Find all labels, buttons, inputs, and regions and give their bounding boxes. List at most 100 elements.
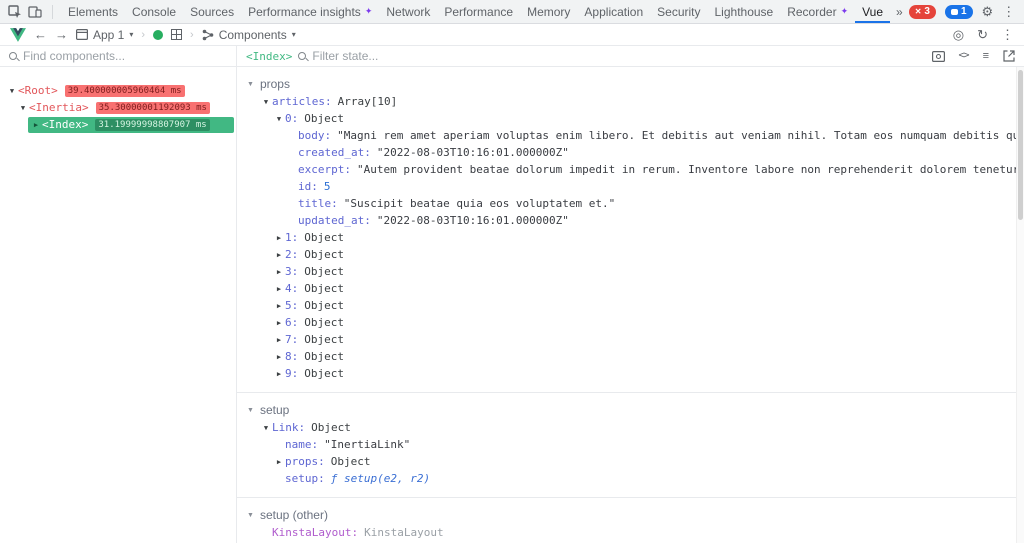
- collapse-arrow-icon[interactable]: ▼: [260, 98, 272, 106]
- expand-arrow-icon[interactable]: ▶: [30, 121, 42, 129]
- collapse-arrow-icon[interactable]: ▼: [273, 115, 285, 123]
- component-tree-row-body[interactable]: ▼<Root>39.400000005960464 ms: [6, 83, 185, 99]
- more-tabs-chevron-icon[interactable]: »: [890, 0, 909, 23]
- inspector-header-icons: <> ≡: [932, 50, 1015, 62]
- state-row[interactable]: ▶3:Object: [237, 263, 1024, 280]
- tab-network[interactable]: Network: [379, 0, 437, 23]
- tab-performance[interactable]: Performance: [437, 0, 520, 23]
- state-row[interactable]: ▶4:Object: [237, 280, 1024, 297]
- render-time-badge: 39.400000005960464 ms: [65, 85, 185, 97]
- screenshot-component-icon[interactable]: [932, 51, 945, 62]
- state-row[interactable]: id:5: [237, 178, 1024, 195]
- state-row[interactable]: ▼articles:Array[10]: [237, 93, 1024, 110]
- device-toolbar-icon[interactable]: [28, 5, 42, 19]
- tab-lighthouse[interactable]: Lighthouse: [708, 0, 781, 23]
- state-row[interactable]: setup:ƒ setup(e2, r2): [237, 470, 1024, 487]
- app-select[interactable]: App 1 ▾: [76, 28, 133, 42]
- component-tree-row-body[interactable]: ▶<Index>31.19999998807907 ms: [28, 117, 234, 133]
- section-title[interactable]: ▼props: [237, 75, 1024, 93]
- tab-recorder[interactable]: Recorder✦: [780, 0, 855, 23]
- inspect-element-icon[interactable]: [8, 5, 22, 19]
- state-row[interactable]: ▶2:Object: [237, 246, 1024, 263]
- state-value: Object: [304, 282, 344, 295]
- vue-menu-icon[interactable]: ⋮: [1001, 28, 1014, 41]
- expand-arrow-icon[interactable]: ▶: [273, 234, 285, 242]
- state-row[interactable]: ▼0:Object: [237, 110, 1024, 127]
- section-title[interactable]: ▼setup (other): [237, 506, 1024, 524]
- inspector-header: <Index> <> ≡: [237, 46, 1024, 67]
- state-row[interactable]: excerpt:"Autem provident beatae dolorum …: [237, 161, 1024, 178]
- state-row[interactable]: ▶props:Object: [237, 453, 1024, 470]
- filter-search-icon: [298, 52, 306, 60]
- collapse-arrow-icon[interactable]: ▼: [247, 81, 254, 88]
- expand-arrow-icon[interactable]: ▶: [273, 251, 285, 259]
- settings-gear-icon[interactable]: ⚙: [982, 5, 994, 18]
- tab-vue[interactable]: Vue: [855, 0, 890, 23]
- state-row[interactable]: ▶9:Object: [237, 365, 1024, 382]
- connection-status-icon[interactable]: [153, 30, 163, 40]
- state-row[interactable]: ▶1:Object: [237, 229, 1024, 246]
- tab-performance-insights[interactable]: Performance insights✦: [241, 0, 379, 23]
- forward-arrow-icon[interactable]: →: [55, 27, 68, 42]
- inspect-dom-icon[interactable]: <>: [959, 51, 969, 61]
- devtools-menu-icon[interactable]: ⋮: [1002, 5, 1015, 18]
- tab-application[interactable]: Application: [577, 0, 650, 23]
- expand-arrow-icon[interactable]: ▶: [273, 319, 285, 327]
- state-row[interactable]: ▶7:Object: [237, 331, 1024, 348]
- collapse-arrow-icon[interactable]: ▼: [6, 87, 18, 95]
- error-count-badge[interactable]: ✕ 3: [909, 5, 936, 19]
- chevron-down-icon: ▾: [129, 30, 133, 39]
- find-components-input[interactable]: [23, 49, 227, 63]
- expand-arrow-icon[interactable]: ▶: [273, 285, 285, 293]
- state-row[interactable]: title:"Suscipit beatae quia eos voluptat…: [237, 195, 1024, 212]
- find-components-bar: [0, 46, 236, 67]
- refresh-icon[interactable]: ↻: [977, 28, 988, 41]
- component-tree-row[interactable]: ▼<Root>39.400000005960464 ms: [0, 82, 236, 99]
- format-state-icon[interactable]: ≡: [983, 51, 989, 62]
- state-row[interactable]: ▶6:Object: [237, 314, 1024, 331]
- state-row[interactable]: ▶5:Object: [237, 297, 1024, 314]
- expand-arrow-icon[interactable]: ▶: [273, 268, 285, 276]
- state-value: Object: [304, 316, 344, 329]
- tab-memory[interactable]: Memory: [520, 0, 577, 23]
- component-tree-row[interactable]: ▼<Inertia>35.30000001192093 ms: [0, 99, 236, 116]
- components-nodes-icon: [202, 29, 214, 41]
- expand-arrow-icon[interactable]: ▶: [273, 370, 285, 378]
- filter-state-input[interactable]: [312, 49, 925, 63]
- devtools-tabs: ElementsConsoleSourcesPerformance insigh…: [61, 0, 890, 23]
- tab-security[interactable]: Security: [650, 0, 707, 23]
- expand-arrow-icon[interactable]: ▶: [273, 336, 285, 344]
- tab-console[interactable]: Console: [125, 0, 183, 23]
- scrollbar-thumb[interactable]: [1018, 70, 1023, 220]
- tab-elements[interactable]: Elements: [61, 0, 125, 23]
- collapse-arrow-icon[interactable]: ▼: [17, 104, 29, 112]
- section-title[interactable]: ▼setup: [237, 401, 1024, 419]
- state-row[interactable]: created_at:"2022-08-03T10:16:01.000000Z": [237, 144, 1024, 161]
- state-row[interactable]: body:"Magni rem amet aperiam voluptas en…: [237, 127, 1024, 144]
- tab-sources[interactable]: Sources: [183, 0, 241, 23]
- state-row[interactable]: name:"InertiaLink": [237, 436, 1024, 453]
- issues-count-badge[interactable]: 1: [945, 5, 973, 19]
- back-arrow-icon[interactable]: ←: [34, 27, 47, 42]
- state-row[interactable]: ▼Link:Object: [237, 419, 1024, 436]
- render-time-badge: 35.30000001192093 ms: [96, 102, 210, 114]
- component-tree-row[interactable]: ▶<Index>31.19999998807907 ms: [0, 116, 236, 133]
- state-row[interactable]: updated_at:"2022-08-03T10:16:01.000000Z": [237, 212, 1024, 229]
- expand-arrow-icon[interactable]: ▶: [273, 458, 285, 466]
- state-row[interactable]: KinstaLayout:KinstaLayout: [237, 524, 1024, 541]
- sparkle-icon: ✦: [365, 6, 373, 17]
- collapse-arrow-icon[interactable]: ▼: [260, 424, 272, 432]
- grid-view-icon[interactable]: [171, 29, 182, 40]
- collapse-arrow-icon[interactable]: ▼: [247, 407, 254, 414]
- inspector-select[interactable]: Components ▾: [202, 28, 296, 42]
- devtools-tabbar: ElementsConsoleSourcesPerformance insigh…: [0, 0, 1024, 24]
- state-value: Object: [304, 333, 344, 346]
- state-row[interactable]: ▶8:Object: [237, 348, 1024, 365]
- expand-arrow-icon[interactable]: ▶: [273, 353, 285, 361]
- open-in-editor-icon[interactable]: [1003, 50, 1015, 62]
- component-tree-row-body[interactable]: ▼<Inertia>35.30000001192093 ms: [17, 100, 210, 116]
- select-component-target-icon[interactable]: ◎: [953, 28, 964, 41]
- collapse-arrow-icon[interactable]: ▼: [247, 512, 254, 519]
- scrollbar[interactable]: [1016, 67, 1024, 543]
- expand-arrow-icon[interactable]: ▶: [273, 302, 285, 310]
